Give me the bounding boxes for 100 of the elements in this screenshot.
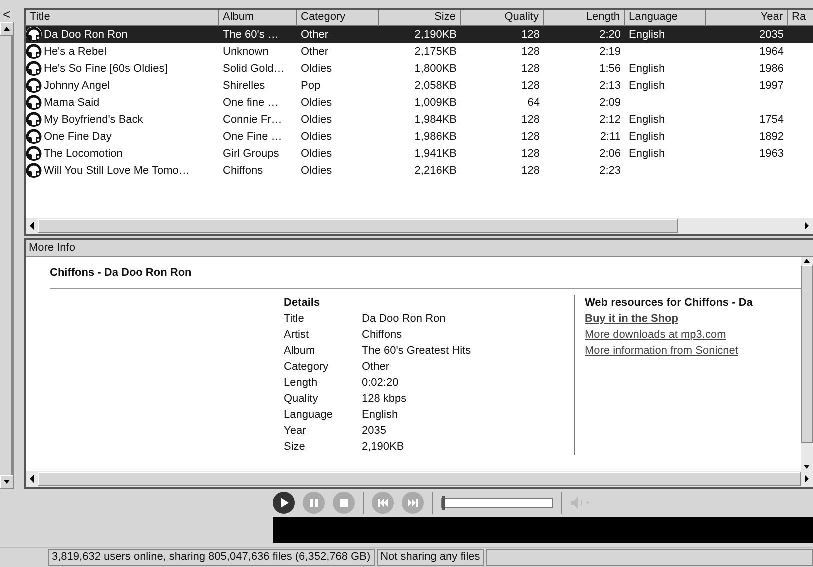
table-cell: Girl Groups xyxy=(223,148,280,160)
table-cell: Connie Fr… xyxy=(223,114,282,126)
song-row[interactable]: My Boyfriend's Back Connie Fr… Oldies 1,984KB 128 2:12 English 1754 xyxy=(26,111,813,128)
table-cell: 2:20 xyxy=(600,28,621,40)
table-cell: Mama Said xyxy=(44,96,100,108)
table-cell: 128 xyxy=(522,114,540,126)
vertical-scrollbar[interactable] xyxy=(801,257,813,472)
table-cell: 2:19 xyxy=(600,46,621,58)
song-row[interactable]: Will You Still Love Me Tomo… Chiffons Oldies 2,216KB 128 2:23 xyxy=(26,162,813,179)
table-cell: Johnny Angel xyxy=(44,80,110,92)
scrollbar[interactable] xyxy=(0,475,14,490)
song-row[interactable]: He's So Fine [60s Oldies] Solid Gold… Oldies 1,800KB 128 1:56 English 1986 xyxy=(26,60,813,77)
table-cell: 2,216KB xyxy=(414,164,457,176)
scrollbar[interactable] xyxy=(0,22,14,36)
table-cell: 128 xyxy=(522,62,540,74)
info-heading: Chiffons - Da Doo Ron Ron xyxy=(50,267,193,279)
table-cell: English xyxy=(629,28,666,40)
song-row[interactable]: One Fine Day One Fine … Oldies 1,986KB 128 2:11 English 1892 xyxy=(26,128,813,145)
link[interactable]: More information from Sonicnet xyxy=(585,343,738,359)
detail-label: Quality xyxy=(284,392,320,407)
table-cell: Other xyxy=(301,28,329,40)
table-cell: One fine … xyxy=(223,96,279,108)
detail-value: English xyxy=(362,408,398,423)
web-resources-title: Web resources for Chiffons - Da xyxy=(585,296,753,311)
table-cell: Shirelles xyxy=(223,80,266,92)
song-row[interactable]: Johnny Angel Shirelles Pop 2,058KB 128 2:13 English 1997 xyxy=(26,77,813,94)
table-cell: 128 xyxy=(522,164,540,176)
detail-value: 2,190KB xyxy=(362,440,404,455)
table-cell: English xyxy=(629,130,666,142)
table-cell: Oldies xyxy=(301,130,332,142)
table-cell: 1:56 xyxy=(600,62,621,74)
status-text: Not sharing any files xyxy=(376,549,484,566)
table-cell: Da Doo Ron Ron xyxy=(44,28,128,40)
seek-slider[interactable] xyxy=(441,498,553,508)
horizontal-scrollbar[interactable] xyxy=(26,471,813,488)
status-text: 3,819,632 users online, sharing 805,047,636 files (6,352,768 GB) xyxy=(48,549,375,566)
table-cell: Will You Still Love Me Tomo… xyxy=(44,164,190,176)
song-row[interactable]: Mama Said One fine … Oldies 1,009KB 64 2:09 xyxy=(26,94,813,111)
next-icon xyxy=(406,497,420,510)
scroll-up-icon xyxy=(3,26,11,32)
panel-title: More Info xyxy=(26,240,813,257)
detail-label: Category xyxy=(284,360,330,375)
table-cell: 1963 xyxy=(760,148,784,160)
detail-label: Album xyxy=(284,344,316,359)
table-cell: English xyxy=(629,80,666,92)
table-cell: 1,984KB xyxy=(414,114,457,126)
table-cell: 2,175KB xyxy=(414,46,457,58)
detail-label: Length xyxy=(284,376,319,391)
table-cell: 128 xyxy=(522,148,540,160)
table-cell: 1997 xyxy=(760,80,784,92)
detail-value: 128 kbps xyxy=(362,392,407,407)
table-cell: 128 xyxy=(522,130,540,142)
detail-label: Artist xyxy=(284,328,310,343)
table-cell: Unknown xyxy=(223,46,269,58)
detail-value: Chiffons xyxy=(362,328,402,343)
song-row[interactable]: The Locomotion Girl Groups Oldies 1,941KB 128 2:06 English 1963 xyxy=(26,145,813,162)
detail-value: Other xyxy=(362,360,390,375)
play-button[interactable] xyxy=(273,492,295,514)
table-cell: 2:06 xyxy=(600,148,621,160)
stop-icon xyxy=(337,497,351,510)
table-cell: My Boyfriend's Back xyxy=(44,114,144,126)
table-cell: 2:13 xyxy=(600,80,621,92)
table-cell: 1964 xyxy=(760,46,784,58)
table-cell: 128 xyxy=(522,46,540,58)
detail-value: 2035 xyxy=(362,424,386,439)
pause-icon xyxy=(307,497,321,510)
table-cell: Chiffons xyxy=(223,164,264,176)
detail-label: Year xyxy=(284,424,308,439)
details-title: Details xyxy=(284,296,322,311)
link[interactable]: Buy it in the Shop xyxy=(585,311,678,327)
table-cell: 1986 xyxy=(760,62,784,74)
scroll-down-icon xyxy=(3,479,11,486)
song-row[interactable]: He's a Rebel Unknown Other 2,175KB 128 2:19 1964 xyxy=(26,43,813,60)
detail-label: Size xyxy=(284,440,306,455)
table-cell: Solid Gold… xyxy=(223,62,285,74)
table-cell: One Fine … xyxy=(223,130,282,142)
table-cell: 1,986KB xyxy=(414,130,457,142)
table-cell: English xyxy=(629,114,666,126)
link[interactable]: More downloads at mp3.com xyxy=(585,327,726,343)
table-cell: 128 xyxy=(522,28,540,40)
table-cell: 2:23 xyxy=(600,164,621,176)
collapse-glyph[interactable]: < xyxy=(0,8,11,22)
table-cell: 1,941KB xyxy=(414,148,457,160)
table-cell: 1,009KB xyxy=(414,96,457,108)
table-cell: English xyxy=(629,148,666,160)
detail-value: The 60's Greatest Hits xyxy=(362,344,472,359)
table-cell: Other xyxy=(301,46,329,58)
table-cell: 2,190KB xyxy=(414,28,457,40)
song-row[interactable]: Da Doo Ron Ron The 60's … Other 2,190KB 128 2:20 English 2035 xyxy=(26,26,813,43)
table-cell: He's So Fine [60s Oldies] xyxy=(44,62,168,74)
table-cell: Oldies xyxy=(301,148,332,160)
horizontal-scrollbar[interactable] xyxy=(26,218,813,234)
table-cell: 2,058KB xyxy=(414,80,457,92)
table-cell: He's a Rebel xyxy=(44,46,107,58)
detail-value: Da Doo Ron Ron xyxy=(362,312,446,327)
table-cell: 128 xyxy=(522,80,540,92)
table-cell: The 60's … xyxy=(223,28,279,40)
table-cell: Pop xyxy=(301,80,321,92)
detail-label: Language xyxy=(284,408,334,423)
table-cell: 1754 xyxy=(760,114,784,126)
